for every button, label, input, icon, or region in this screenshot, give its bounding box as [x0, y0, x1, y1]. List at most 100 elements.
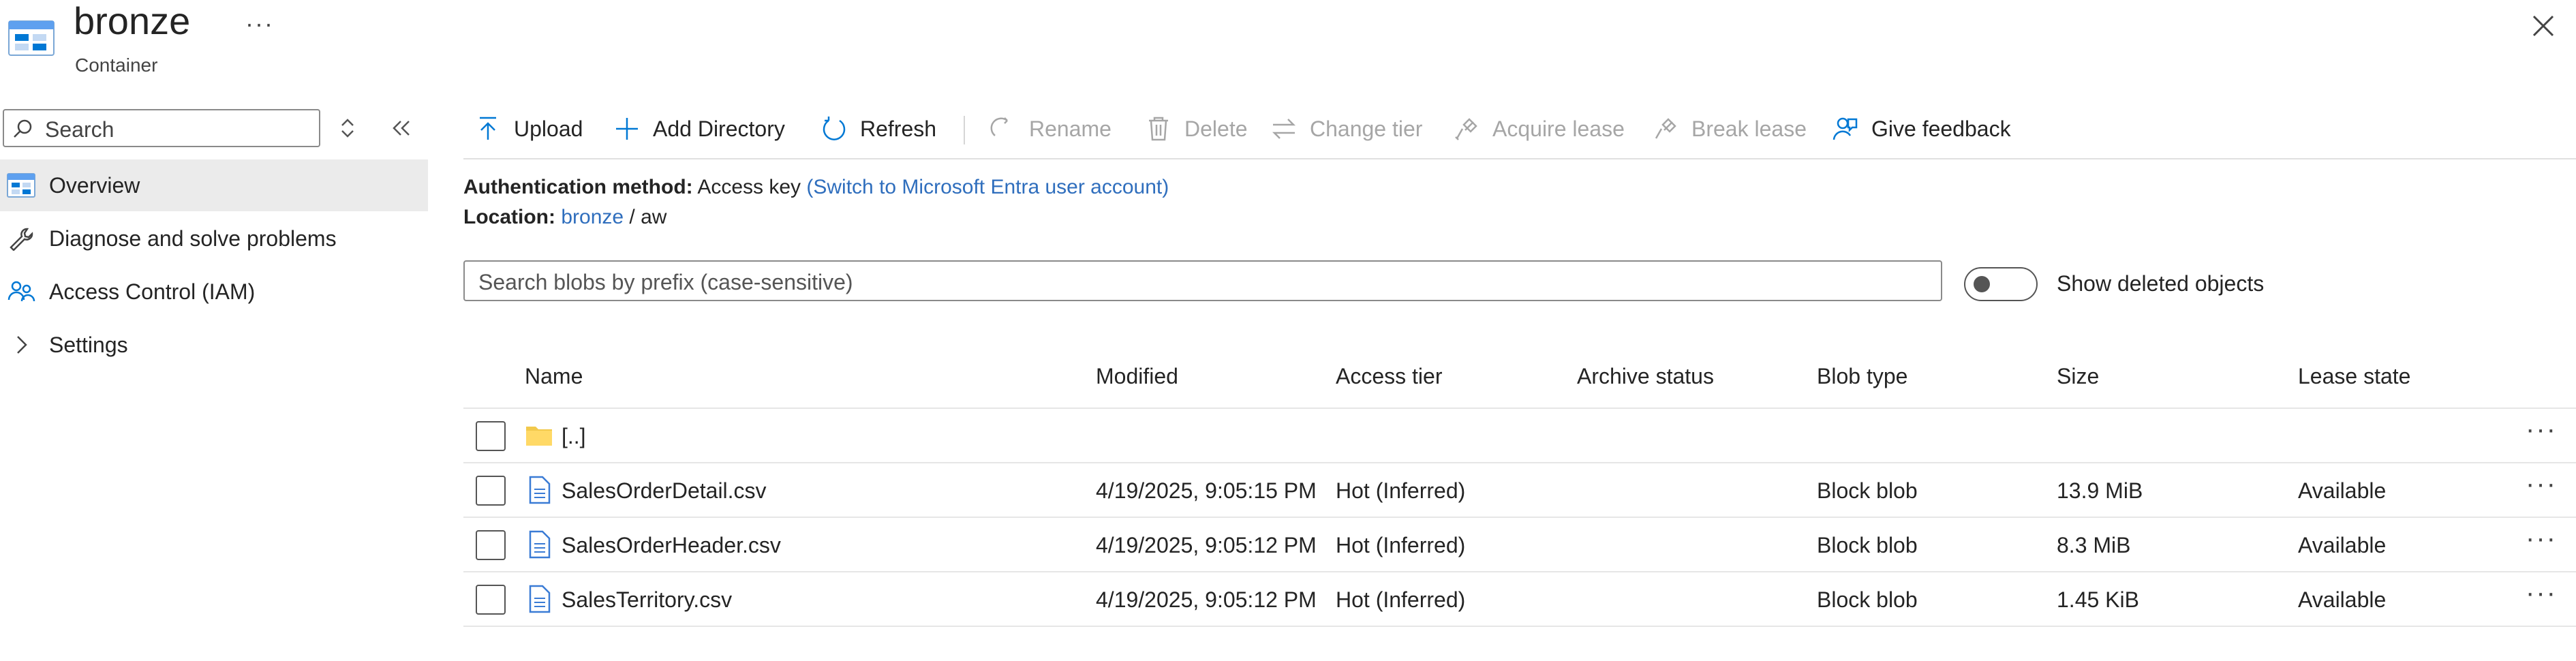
swap-icon	[1272, 119, 1296, 139]
row-blob-type: Block blob	[1817, 478, 1918, 503]
refresh-button[interactable]: Refresh	[821, 112, 936, 146]
breadcrumb-separator: /	[629, 206, 635, 228]
change-tier-button[interactable]: Change tier	[1270, 112, 1422, 146]
column-header-access-tier[interactable]: Access tier	[1336, 364, 1442, 389]
give-feedback-button[interactable]: Give feedback	[1832, 112, 2011, 146]
sort-icon[interactable]	[338, 117, 357, 139]
upload-label: Upload	[514, 116, 583, 141]
row-modified: 4/19/2025, 9:05:12 PM	[1096, 533, 1317, 557]
row-checkbox[interactable]	[476, 585, 506, 615]
break-lease-button[interactable]: Break lease	[1652, 112, 1807, 146]
breadcrumb-folder: aw	[641, 206, 667, 228]
container-icon	[7, 173, 35, 198]
change-tier-label: Change tier	[1310, 116, 1423, 141]
delete-icon	[1149, 117, 1168, 141]
breadcrumb-container-link[interactable]: bronze	[561, 206, 624, 228]
sidebar-search-placeholder: Search	[45, 117, 114, 142]
acquire-lease-button[interactable]: Acquire lease	[1453, 112, 1625, 146]
row-checkbox[interactable]	[476, 530, 506, 560]
blob-search-placeholder: Search blobs by prefix (case-sensitive)	[478, 270, 853, 294]
collapse-sidebar-icon[interactable]	[390, 117, 412, 139]
break-lease-label: Break lease	[1691, 116, 1807, 141]
show-deleted-toggle[interactable]	[1964, 267, 2038, 301]
table-row[interactable]: SalesTerritory.csv 4/19/2025, 9:05:12 PM…	[463, 572, 2576, 627]
page-subtitle: Container	[75, 55, 158, 76]
row-lease-state: Available	[2298, 533, 2387, 557]
close-icon[interactable]	[2530, 12, 2557, 40]
page-title: bronze	[74, 0, 191, 42]
sidebar-item-diagnose[interactable]: Diagnose and solve problems	[0, 213, 428, 264]
row-access-tier: Hot (Inferred)	[1336, 533, 1466, 557]
file-icon	[529, 530, 551, 559]
row-more-button[interactable]: ···	[2526, 414, 2557, 445]
row-name[interactable]: SalesOrderDetail.csv	[562, 478, 767, 504]
rename-label: Rename	[1029, 116, 1111, 141]
row-name[interactable]: SalesTerritory.csv	[562, 587, 732, 613]
blob-search-input[interactable]: Search blobs by prefix (case-sensitive)	[463, 260, 1942, 301]
rename-button[interactable]: Rename	[990, 112, 1111, 146]
toolbar: Upload Add Directory Refresh Rename Dele…	[463, 102, 2576, 159]
row-size: 13.9 MiB	[2057, 478, 2143, 503]
sidebar-item-settings[interactable]: Settings	[0, 319, 428, 371]
broken-link-icon	[1655, 118, 1676, 139]
auth-method-line: Authentication method: Access key (Switc…	[463, 176, 1169, 199]
row-modified: 4/19/2025, 9:05:15 PM	[1096, 478, 1317, 503]
column-header-size[interactable]: Size	[2057, 364, 2099, 389]
sidebar-item-label: Overview	[49, 173, 140, 198]
column-header-archive-status[interactable]: Archive status	[1577, 364, 1714, 389]
sidebar-item-label: Diagnose and solve problems	[49, 226, 337, 251]
row-more-button[interactable]: ···	[2526, 578, 2557, 609]
sidebar-search-input[interactable]: Search	[3, 109, 320, 147]
container-icon	[8, 20, 55, 56]
row-more-button[interactable]: ···	[2526, 523, 2557, 554]
more-options-button[interactable]: ···	[245, 10, 274, 38]
table-row[interactable]: SalesOrderHeader.csv 4/19/2025, 9:05:12 …	[463, 518, 2576, 572]
people-icon	[7, 281, 35, 302]
refresh-icon	[823, 117, 846, 140]
show-deleted-label: Show deleted objects	[2057, 271, 2265, 296]
sidebar-item-label: Access Control (IAM)	[49, 279, 256, 304]
column-header-modified[interactable]: Modified	[1096, 364, 1178, 389]
refresh-label: Refresh	[860, 116, 937, 141]
feedback-icon	[1833, 117, 1858, 140]
sidebar: Search Overview Diagnose and solve probl…	[0, 102, 429, 661]
row-modified: 4/19/2025, 9:05:12 PM	[1096, 587, 1317, 612]
add-directory-button[interactable]: Add Directory	[613, 112, 785, 146]
search-icon	[14, 119, 32, 138]
file-icon	[529, 585, 551, 613]
location-label: Location:	[463, 206, 555, 228]
table-row[interactable]: [..] ···	[463, 409, 2576, 463]
upload-button[interactable]: Upload	[474, 112, 583, 146]
row-checkbox[interactable]	[476, 476, 506, 506]
give-feedback-label: Give feedback	[1871, 116, 2011, 141]
row-access-tier: Hot (Inferred)	[1336, 587, 1466, 612]
row-size: 8.3 MiB	[2057, 533, 2131, 557]
row-lease-state: Available	[2298, 587, 2387, 612]
row-blob-type: Block blob	[1817, 587, 1918, 612]
toolbar-divider	[964, 116, 965, 144]
acquire-lease-label: Acquire lease	[1492, 116, 1625, 141]
column-header-blob-type[interactable]: Blob type	[1817, 364, 1907, 389]
sidebar-item-iam[interactable]: Access Control (IAM)	[0, 266, 428, 318]
column-header-lease-state[interactable]: Lease state	[2298, 364, 2410, 389]
file-icon	[529, 476, 551, 504]
sidebar-item-overview[interactable]: Overview	[0, 159, 428, 211]
upload-icon	[480, 117, 496, 140]
page-header: bronze Container ···	[0, 0, 2576, 89]
table-row[interactable]: SalesOrderDetail.csv 4/19/2025, 9:05:15 …	[463, 463, 2576, 518]
row-access-tier: Hot (Inferred)	[1336, 478, 1466, 503]
delete-button[interactable]: Delete	[1145, 112, 1248, 146]
row-more-button[interactable]: ···	[2526, 469, 2557, 499]
column-header-name[interactable]: Name	[525, 364, 583, 389]
row-name[interactable]: SalesOrderHeader.csv	[562, 533, 781, 558]
row-checkbox[interactable]	[476, 421, 506, 451]
location-line: Location: bronze / aw	[463, 206, 666, 229]
switch-auth-link[interactable]: (Switch to Microsoft Entra user account)	[806, 176, 1169, 198]
delete-label: Delete	[1184, 116, 1248, 141]
rename-icon	[990, 117, 1008, 136]
auth-method-label: Authentication method:	[463, 176, 693, 198]
folder-icon	[526, 427, 552, 446]
row-lease-state: Available	[2298, 478, 2387, 503]
toggle-knob	[1974, 276, 1990, 292]
row-name[interactable]: [..]	[562, 424, 586, 449]
